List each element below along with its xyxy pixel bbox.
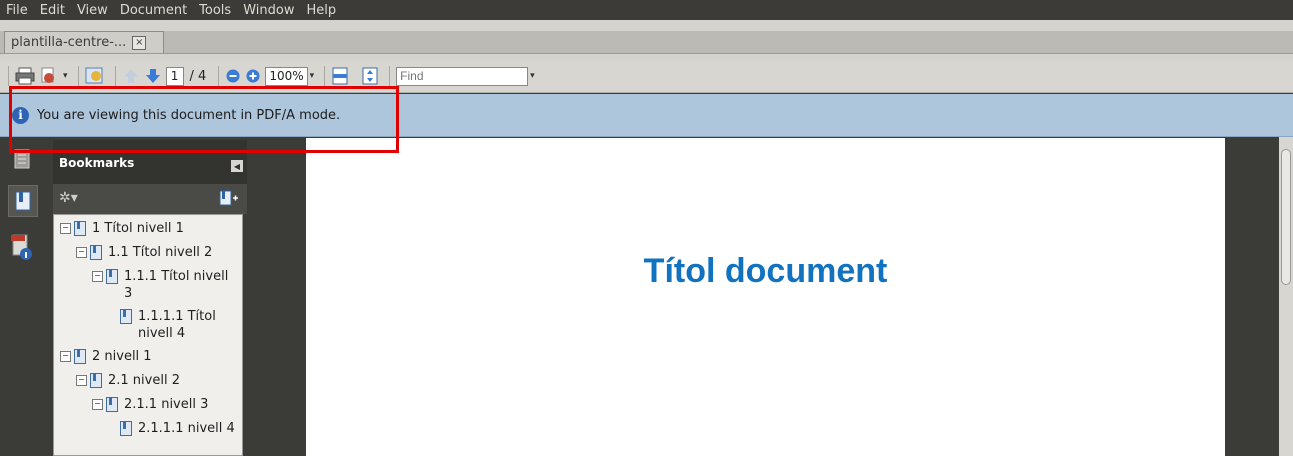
tab-strip bbox=[0, 31, 1293, 54]
bookmark-label: 1.1.1.1 Títol nivell 4 bbox=[138, 309, 216, 341]
collapse-icon[interactable]: − bbox=[76, 375, 87, 386]
bookmarks-header: Bookmarks ◀ bbox=[53, 140, 247, 184]
options-gear-icon[interactable]: ✲▾ bbox=[59, 190, 78, 206]
zoom-dropdown-icon[interactable]: ▾ bbox=[310, 65, 315, 87]
menu-tools[interactable]: Tools bbox=[193, 3, 237, 18]
new-bookmark-icon[interactable] bbox=[219, 190, 239, 210]
collapse-icon[interactable]: − bbox=[76, 247, 87, 258]
previous-page-icon[interactable] bbox=[122, 65, 140, 87]
pdfa-info-bar: i You are viewing this document in PDF/A… bbox=[0, 94, 1293, 137]
separator bbox=[218, 66, 220, 86]
zoom-in-icon[interactable] bbox=[245, 65, 261, 87]
menu-window[interactable]: Window bbox=[237, 3, 300, 18]
toolbar-grip bbox=[8, 66, 9, 86]
collapse-icon[interactable]: − bbox=[92, 271, 103, 282]
next-page-icon[interactable] bbox=[144, 65, 162, 87]
pdfa-standards-button[interactable] bbox=[10, 233, 34, 261]
bookmark-label: 2.1.1.1 nivell 4 bbox=[138, 421, 235, 436]
zoom-out-icon[interactable] bbox=[225, 65, 241, 87]
create-dropdown-icon[interactable]: ▾ bbox=[63, 65, 68, 87]
bookmark-item[interactable]: − 2.1 nivell 2 bbox=[76, 372, 180, 389]
close-tab-icon[interactable]: × bbox=[132, 35, 147, 50]
bookmarks-panel-button[interactable] bbox=[8, 185, 38, 217]
bookmark-icon bbox=[90, 245, 102, 260]
document-title: Títol document bbox=[643, 252, 888, 290]
menu-view[interactable]: View bbox=[71, 3, 114, 18]
vertical-scrollbar[interactable] bbox=[1279, 137, 1293, 456]
bookmark-label: 2 nivell 1 bbox=[92, 349, 152, 364]
separator bbox=[324, 66, 326, 86]
bookmark-icon bbox=[74, 221, 86, 236]
collapse-icon[interactable]: − bbox=[92, 399, 103, 410]
tab-bar: plantilla-centre-... × bbox=[0, 20, 1293, 60]
fit-page-icon[interactable] bbox=[361, 65, 379, 87]
bookmark-item[interactable]: − 1.1.1 Títol nivell 3 bbox=[92, 268, 240, 302]
bookmarks-tree: − 1 Títol nivell 1 − 1.1 Títol nivell 2 … bbox=[53, 214, 243, 456]
bookmark-item[interactable]: − 1.1 Títol nivell 2 bbox=[76, 244, 212, 261]
bookmark-label: 1 Títol nivell 1 bbox=[92, 221, 184, 236]
bookmark-icon bbox=[120, 421, 132, 436]
pdfa-message: You are viewing this document in PDF/A m… bbox=[37, 107, 341, 123]
collapse-icon[interactable]: − bbox=[60, 351, 71, 362]
bookmark-label: 1.1 Títol nivell 2 bbox=[108, 245, 213, 260]
bookmarks-panel: Bookmarks ◀ ✲▾ − 1 Títol nivell 1 − 1.1 … bbox=[53, 137, 247, 456]
bookmark-label: 1.1.1 Títol nivell 3 bbox=[124, 269, 229, 301]
menu-edit[interactable]: Edit bbox=[34, 3, 71, 18]
navigation-pane bbox=[0, 137, 43, 456]
menu-document[interactable]: Document bbox=[114, 3, 193, 18]
bookmark-item[interactable]: 1.1.1.1 Títol nivell 4 bbox=[120, 308, 240, 342]
pages-icon bbox=[14, 149, 30, 169]
create-pdf-icon[interactable] bbox=[39, 65, 59, 87]
menu-help[interactable]: Help bbox=[300, 3, 342, 18]
bookmark-icon bbox=[106, 269, 118, 284]
zoom-level-field[interactable]: 100% bbox=[265, 66, 308, 86]
share-icon[interactable] bbox=[85, 65, 105, 87]
fit-width-icon[interactable] bbox=[331, 65, 349, 87]
toolbar: ▾ 1 / 4 100% ▾ ▾ bbox=[0, 60, 1293, 93]
pages-panel-button[interactable] bbox=[10, 145, 34, 173]
find-dropdown-icon[interactable]: ▾ bbox=[530, 65, 535, 87]
bookmark-icon bbox=[106, 397, 118, 412]
page-number-input[interactable]: 1 bbox=[165, 66, 184, 86]
bookmarks-toolbar: ✲▾ bbox=[53, 184, 247, 214]
separator bbox=[77, 66, 79, 86]
separator bbox=[389, 66, 391, 86]
document-tab-label: plantilla-centre-... bbox=[11, 35, 127, 50]
bookmark-icon bbox=[90, 373, 102, 388]
print-icon[interactable] bbox=[15, 65, 35, 87]
info-icon: i bbox=[12, 106, 29, 124]
separator bbox=[114, 66, 116, 86]
bookmark-item[interactable]: 2.1.1.1 nivell 4 bbox=[120, 420, 235, 437]
bookmark-item[interactable]: − 2.1.1 nivell 3 bbox=[92, 396, 208, 413]
menu-file[interactable]: File bbox=[0, 3, 34, 18]
bookmark-item[interactable]: − 2 nivell 1 bbox=[60, 348, 152, 365]
menu-bar: File Edit View Document Tools Window Hel… bbox=[0, 0, 1293, 20]
bookmark-icon bbox=[74, 349, 86, 364]
collapse-panel-icon[interactable]: ◀ bbox=[231, 160, 243, 172]
find-input[interactable] bbox=[396, 66, 529, 86]
bookmark-icon bbox=[120, 309, 132, 324]
bookmarks-title: Bookmarks bbox=[59, 156, 135, 170]
document-tab[interactable]: plantilla-centre-... × bbox=[4, 31, 164, 53]
bookmarks-icon bbox=[15, 191, 31, 211]
pdf-page[interactable]: Títol document bbox=[306, 138, 1225, 456]
bookmark-label: 2.1.1 nivell 3 bbox=[124, 397, 209, 412]
bookmark-label: 2.1 nivell 2 bbox=[108, 373, 180, 388]
collapse-icon[interactable]: − bbox=[60, 223, 71, 234]
pdf-info-icon bbox=[11, 234, 32, 260]
bookmark-item[interactable]: − 1 Títol nivell 1 bbox=[60, 220, 184, 237]
page-total: / 4 bbox=[189, 68, 207, 84]
scrollbar-thumb[interactable] bbox=[1281, 149, 1291, 285]
